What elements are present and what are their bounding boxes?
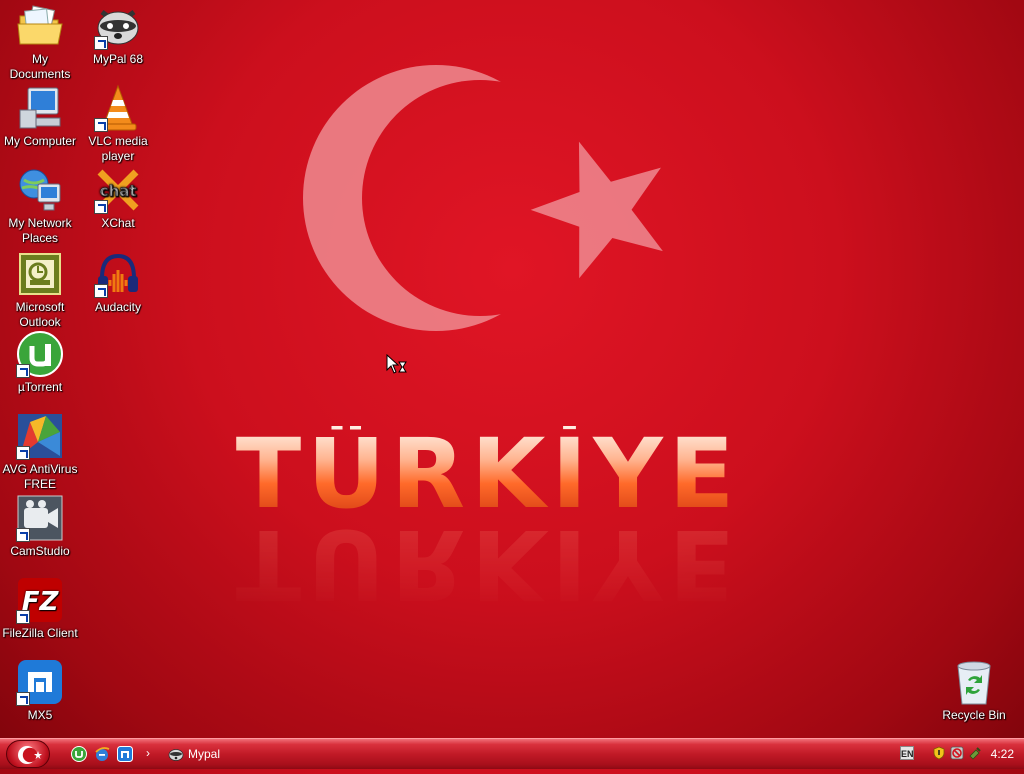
shortcut-arrow-icon	[16, 692, 30, 706]
desktop-icon-microsoft-outlook[interactable]: Microsoft Outlook	[0, 250, 80, 330]
start-button[interactable]	[6, 740, 50, 768]
shortcut-arrow-icon	[94, 36, 108, 50]
desktop-icon-label: My Documents	[9, 52, 71, 81]
outlook-icon	[16, 250, 64, 298]
shield-warning-icon[interactable]	[932, 746, 946, 760]
desktop-icon-my-computer[interactable]: My Computer	[0, 84, 80, 149]
filezilla-icon: FZ	[16, 576, 64, 624]
desktop-icon-label: VLC media player	[88, 134, 148, 163]
desktop-icon-my-documents[interactable]: My Documents	[0, 2, 80, 82]
xchat-icon: chat	[94, 166, 142, 214]
mypal-raccoon-icon	[94, 2, 142, 50]
audacity-icon	[94, 250, 142, 298]
wallpaper-title: TÜRKİYE	[208, 426, 768, 522]
shortcut-arrow-icon	[16, 364, 30, 378]
shortcut-arrow-icon	[16, 528, 30, 542]
desktop-icon-label: MX5	[27, 708, 53, 722]
desktop-icon-label: Recycle Bin	[942, 708, 1006, 722]
desktop-icon-utorrent[interactable]: µTorrent	[0, 330, 80, 395]
taskbar-button-label: Mypal	[188, 747, 221, 761]
my-computer-icon	[16, 84, 64, 132]
desktop-icon-xchat[interactable]: chat XChat	[78, 166, 158, 231]
desktop-icon-label: My Computer	[3, 134, 77, 148]
shortcut-arrow-icon	[16, 446, 30, 460]
taskbar-clock[interactable]: 4:22	[991, 747, 1014, 761]
desktop-icon-label: Microsoft Outlook	[15, 300, 65, 329]
desktop-icon-label: Audacity	[94, 300, 142, 314]
svg-text:chat: chat	[100, 182, 137, 200]
desktop-icon-label: AVG AntiVirus FREE	[2, 462, 78, 491]
crescent-start-icon	[18, 746, 42, 764]
desktop-icon-my-network-places[interactable]: My Network Places	[0, 166, 80, 246]
wallpaper-title-reflection: TÜRKİYE	[235, 508, 741, 620]
shortcut-arrow-icon	[94, 200, 108, 214]
desktop-icon-mx5[interactable]: MX5	[0, 658, 80, 723]
mypal-raccoon-icon	[168, 749, 184, 761]
my-documents-icon	[16, 2, 64, 50]
shortcut-arrow-icon	[16, 610, 30, 624]
quick-launch-ie-icon[interactable]	[94, 746, 110, 762]
desktop[interactable]: TÜRKİYE TÜRKİYE My Documents My Computer	[0, 0, 1024, 738]
network-places-icon	[16, 166, 64, 214]
desktop-icon-filezilla[interactable]: FZ FileZilla Client	[0, 576, 80, 641]
maxthon-icon	[16, 658, 64, 706]
desktop-icon-label: FileZilla Client	[2, 626, 78, 640]
quick-launch-maxthon-icon[interactable]	[117, 746, 133, 762]
desktop-icon-camstudio[interactable]: CamStudio	[0, 494, 80, 559]
desktop-icon-label: µTorrent	[17, 380, 63, 394]
desktop-icon-label: MyPal 68	[92, 52, 144, 66]
quick-launch-expand-button[interactable]: ›	[146, 746, 150, 760]
utorrent-icon	[16, 330, 64, 378]
shortcut-arrow-icon	[94, 118, 108, 132]
shortcut-arrow-icon	[94, 284, 108, 298]
desktop-icon-mypal[interactable]: MyPal 68	[78, 2, 158, 67]
busy-cursor-icon	[386, 354, 407, 374]
system-tray: EN 4:22	[900, 739, 1024, 769]
desktop-icon-audacity[interactable]: Audacity	[78, 250, 158, 315]
avg-icon	[16, 412, 64, 460]
language-indicator[interactable]: EN	[900, 746, 914, 760]
safely-remove-hardware-icon[interactable]	[968, 746, 982, 760]
quick-launch-utorrent-icon[interactable]	[71, 746, 87, 762]
taskbar-button-mypal[interactable]: Mypal	[168, 744, 220, 764]
desktop-icon-avg-antivirus[interactable]: AVG AntiVirus FREE	[0, 412, 80, 492]
blocked-network-icon[interactable]	[950, 746, 964, 760]
taskbar: › Mypal EN 4:22	[0, 738, 1024, 769]
camstudio-icon	[16, 494, 64, 542]
vlc-cone-icon	[94, 84, 142, 132]
desktop-icon-vlc[interactable]: VLC media player	[78, 84, 158, 164]
desktop-icon-label: My Network Places	[8, 216, 72, 245]
recycle-bin-icon	[950, 658, 998, 706]
desktop-icon-label: XChat	[101, 216, 135, 230]
desktop-icon-recycle-bin[interactable]: Recycle Bin	[934, 658, 1014, 723]
desktop-icon-label: CamStudio	[10, 544, 70, 558]
